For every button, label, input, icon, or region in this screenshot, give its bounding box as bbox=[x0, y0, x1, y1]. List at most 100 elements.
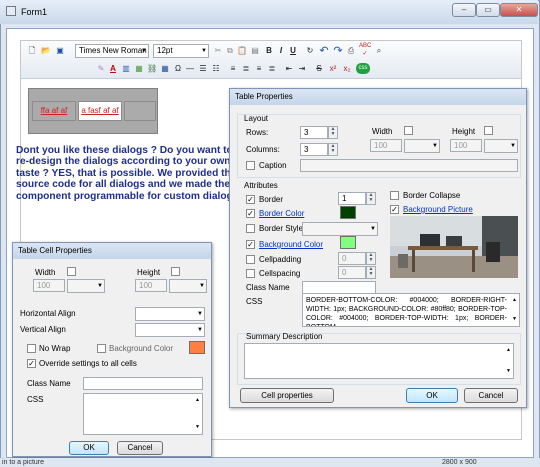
open-folder-icon[interactable]: 📂 bbox=[40, 44, 52, 58]
cell-width-input[interactable]: 100 bbox=[33, 279, 65, 292]
new-doc-icon[interactable]: 🗋 bbox=[27, 44, 37, 58]
cell-width-checkbox[interactable] bbox=[67, 267, 76, 276]
italic-button[interactable]: I bbox=[276, 44, 286, 58]
document-table[interactable]: ffa af af a fasf af af bbox=[28, 88, 158, 134]
cell-cancel-button[interactable]: Cancel bbox=[117, 441, 163, 455]
rows-spinner[interactable]: ▲ ▼ bbox=[328, 126, 338, 139]
print-icon[interactable]: ⎙ bbox=[346, 44, 356, 58]
cell-properties-button[interactable]: Cell properties bbox=[240, 388, 334, 403]
background-picture-checkbox[interactable]: ✓ bbox=[390, 205, 399, 214]
cell-width-unit-select[interactable]: ▼ bbox=[67, 279, 105, 293]
scroll-up-icon[interactable]: ▲ bbox=[512, 295, 517, 306]
table-cell[interactable] bbox=[124, 101, 156, 121]
border-color-checkbox[interactable]: ✓ bbox=[246, 209, 255, 218]
table-height-input[interactable]: 100 bbox=[450, 139, 482, 152]
valign-select[interactable]: ▼ bbox=[135, 323, 205, 337]
eraser-icon[interactable]: ✎ bbox=[96, 62, 106, 76]
background-color-swatch[interactable] bbox=[340, 236, 356, 249]
paste-icon[interactable]: 📋 bbox=[237, 44, 247, 58]
cellpadding-checkbox[interactable] bbox=[246, 255, 255, 264]
hyperlink-icon[interactable]: ⛓ bbox=[147, 62, 157, 76]
indent-icon[interactable]: ⇥ bbox=[297, 62, 307, 76]
border-color-swatch[interactable] bbox=[340, 206, 356, 219]
border-spinner[interactable]: ▲ ▼ bbox=[366, 192, 376, 205]
close-button[interactable]: ✕ bbox=[500, 3, 538, 17]
summary-textarea[interactable]: ▲ ▼ bbox=[244, 343, 514, 379]
align-right-icon[interactable]: ≡ bbox=[254, 62, 264, 76]
background-picture-link[interactable]: Background Picture bbox=[403, 205, 473, 215]
cellspacing-spinner[interactable]: ▲ ▼ bbox=[366, 266, 376, 279]
superscript-button[interactable]: x² bbox=[327, 62, 339, 76]
table-width-input[interactable]: 100 bbox=[370, 139, 402, 152]
numbered-list-icon[interactable]: ☰ bbox=[198, 62, 208, 76]
border-style-checkbox[interactable] bbox=[246, 224, 255, 233]
table-height-checkbox[interactable] bbox=[484, 126, 493, 135]
cut-icon[interactable]: ✂ bbox=[213, 44, 223, 58]
table-cancel-button[interactable]: Cancel bbox=[464, 388, 518, 403]
background-color-checkbox[interactable]: ✓ bbox=[246, 240, 255, 249]
copy-icon[interactable]: ⧉ bbox=[225, 44, 235, 58]
scroll-up-icon[interactable]: ▲ bbox=[195, 395, 200, 406]
cellspacing-input[interactable]: 0 bbox=[338, 266, 366, 279]
cell-height-checkbox[interactable] bbox=[171, 267, 180, 276]
cell-height-input[interactable]: 100 bbox=[135, 279, 167, 292]
cellpadding-spinner[interactable]: ▲ ▼ bbox=[366, 252, 376, 265]
font-size-select[interactable]: 12pt ▼ bbox=[153, 44, 209, 58]
image-icon[interactable]: ▦ bbox=[134, 62, 144, 76]
font-name-select[interactable]: Times New Roman ▼ bbox=[75, 44, 149, 58]
rows-input[interactable]: 3 bbox=[300, 126, 328, 139]
bullet-list-icon[interactable]: ☷ bbox=[211, 62, 221, 76]
horizontal-rule-icon[interactable]: — bbox=[185, 62, 195, 76]
columns-input[interactable]: 3 bbox=[300, 143, 328, 156]
background-color-link[interactable]: Background Color bbox=[259, 240, 323, 250]
table-cell[interactable]: a fasf af af bbox=[78, 101, 122, 121]
border-input[interactable]: 1 bbox=[338, 192, 366, 205]
align-center-icon[interactable]: ≣ bbox=[241, 62, 251, 76]
cellpadding-input[interactable]: 0 bbox=[338, 252, 366, 265]
caption-checkbox[interactable] bbox=[246, 161, 255, 170]
cell-bgcolor-swatch[interactable] bbox=[189, 341, 205, 354]
select-all-icon[interactable]: ▤ bbox=[250, 44, 260, 58]
subscript-button[interactable]: x₂ bbox=[341, 62, 353, 76]
spellcheck-icon[interactable]: ABC ✓ bbox=[359, 42, 371, 57]
table-width-checkbox[interactable] bbox=[404, 126, 413, 135]
find-icon[interactable]: ⌕ bbox=[373, 44, 385, 58]
source-view-icon[interactable]: css bbox=[356, 63, 370, 74]
border-collapse-checkbox[interactable] bbox=[390, 191, 399, 200]
border-style-select[interactable]: ▼ bbox=[302, 222, 378, 236]
columns-spinner[interactable]: ▲ ▼ bbox=[328, 143, 338, 156]
scroll-down-icon[interactable]: ▼ bbox=[195, 422, 200, 433]
scroll-down-icon[interactable]: ▼ bbox=[512, 314, 517, 325]
table-height-unit-select[interactable]: ▼ bbox=[484, 139, 518, 153]
save-icon[interactable]: ▣ bbox=[55, 44, 65, 58]
special-char-button[interactable]: Ω bbox=[173, 62, 183, 76]
cellspacing-checkbox[interactable] bbox=[246, 269, 255, 278]
cell-classname-input[interactable] bbox=[83, 377, 203, 390]
underline-button[interactable]: U bbox=[288, 44, 298, 58]
table-css-textarea[interactable]: BORDER-BOTTOM-COLOR: #004000; BORDER-RIG… bbox=[302, 293, 520, 327]
border-color-link[interactable]: Border Color bbox=[259, 209, 304, 219]
cell-height-unit-select[interactable]: ▼ bbox=[169, 279, 207, 293]
refresh-icon[interactable]: ↻ bbox=[305, 44, 315, 58]
border-checkbox[interactable]: ✓ bbox=[246, 195, 255, 204]
table-cell[interactable]: ffa af af bbox=[32, 101, 76, 121]
table-ok-button[interactable]: OK bbox=[406, 388, 458, 403]
outdent-icon[interactable]: ⇤ bbox=[284, 62, 294, 76]
redo-icon[interactable]: ↷ bbox=[332, 44, 344, 58]
align-left-icon[interactable]: ≡ bbox=[228, 62, 238, 76]
cell-css-textarea[interactable]: ▲ ▼ bbox=[83, 393, 203, 435]
table-width-unit-select[interactable]: ▼ bbox=[404, 139, 440, 153]
highlight-icon[interactable]: ▥ bbox=[121, 62, 131, 76]
table-icon[interactable]: ▦ bbox=[160, 62, 170, 76]
scroll-up-icon[interactable]: ▲ bbox=[506, 345, 511, 356]
justify-icon[interactable]: ≣ bbox=[267, 62, 277, 76]
bold-button[interactable]: B bbox=[264, 44, 274, 58]
caption-input[interactable] bbox=[300, 159, 518, 172]
halign-select[interactable]: ▼ bbox=[135, 307, 205, 321]
override-checkbox[interactable]: ✓ bbox=[27, 359, 36, 368]
cell-bgcolor-checkbox[interactable] bbox=[97, 344, 106, 353]
document-paragraph[interactable]: Dont you like these dialogs ? Do you wan… bbox=[16, 145, 244, 202]
maximize-button[interactable]: ▭ bbox=[476, 3, 500, 17]
scroll-down-icon[interactable]: ▼ bbox=[506, 366, 511, 377]
undo-icon[interactable]: ↶ bbox=[318, 44, 330, 58]
